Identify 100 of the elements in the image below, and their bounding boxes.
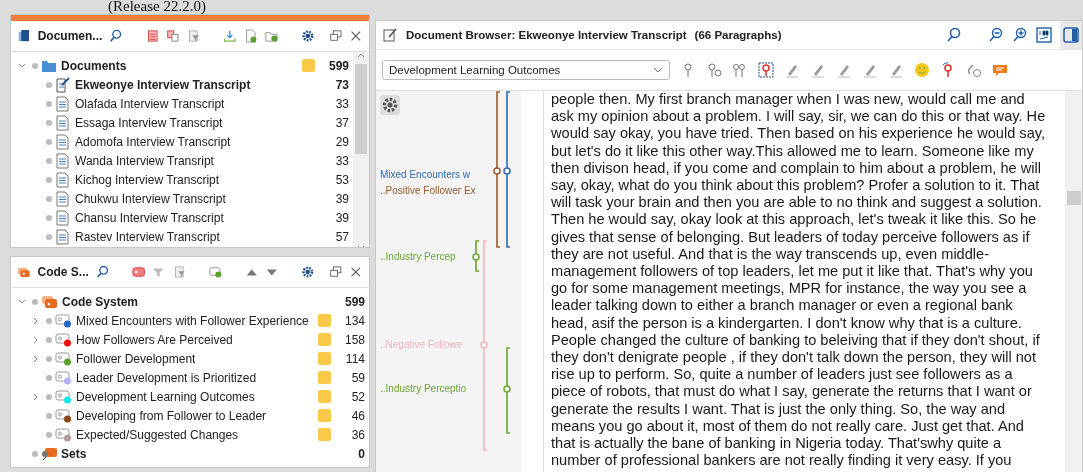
collapse-icon[interactable] <box>18 61 26 70</box>
count-text: 599 <box>327 58 350 73</box>
text-line: leader talking down to either a branch manager or even a regional bank <box>551 297 1013 315</box>
document-item[interactable]: Wanda Interview Transript <box>75 153 214 168</box>
document-item[interactable]: Essaga Interview Transcript <box>75 115 223 130</box>
code-icon <box>55 370 72 385</box>
edited-document-icon <box>55 76 71 93</box>
caption-text: (Release 22.2.0) <box>107 0 207 12</box>
text-line: ask my opinion about a problem. I will say, sir, we can do this or that way. He <box>551 108 1046 126</box>
code-icon <box>55 313 72 328</box>
search-icon[interactable] <box>95 264 110 280</box>
copy-icon[interactable] <box>166 28 180 44</box>
highlighter-icon[interactable] <box>888 62 904 78</box>
document-item[interactable]: Kichog Interview Transcript <box>75 172 220 187</box>
search-icon[interactable] <box>109 28 124 44</box>
filter-icon[interactable] <box>187 28 201 44</box>
settings-icon[interactable] <box>300 28 315 44</box>
document-icon <box>55 228 71 245</box>
pin-add-icon[interactable] <box>706 62 722 78</box>
document-item[interactable]: Chansu Interview Transcript <box>75 210 224 225</box>
tag-icon[interactable] <box>131 264 146 280</box>
count-text: 36 <box>350 427 366 442</box>
code-label[interactable]: Mixed Encounters w <box>380 169 471 180</box>
text-line: they don't denigrate people , if they don't talk down the person, they will not <box>551 349 1037 367</box>
zoom-out-icon[interactable] <box>988 27 1004 43</box>
document-item[interactable]: Rastev Interview Transcript <box>75 229 220 244</box>
code-icon <box>55 408 72 423</box>
code-bracket[interactable] <box>493 91 501 248</box>
document-item[interactable]: Adomofa Interview Transcript <box>75 134 231 149</box>
code-bracket[interactable] <box>503 91 511 248</box>
link-icon[interactable] <box>966 62 982 78</box>
count-text: 53 <box>334 172 350 187</box>
smiley-icon[interactable] <box>914 62 930 78</box>
panel-title: Documen... <box>37 29 103 43</box>
clipboard-icon[interactable] <box>145 28 160 44</box>
scrollbar[interactable] <box>353 52 369 247</box>
text-line: People changed the culture of banking to beleiving that if they don't shout, if <box>551 331 1040 350</box>
count-text: 52 <box>350 389 366 404</box>
sidebar-toggle[interactable] <box>1060 21 1082 49</box>
document-item[interactable]: Ekweonye Interview Transcript <box>75 77 251 92</box>
chevron-down-icon <box>653 67 663 73</box>
highlighter-icon[interactable] <box>784 62 800 78</box>
highlighter-icon[interactable] <box>862 62 878 78</box>
count-text: 39 <box>334 210 350 225</box>
tree-item[interactable]: Documents <box>61 58 127 73</box>
text-line: rise up to perform. So, quite a number of leaders just see followers as a <box>551 366 1013 384</box>
code-icon <box>55 427 72 442</box>
highlighter-icon[interactable] <box>836 62 852 78</box>
code-item[interactable]: Mixed Encounters with Follower Experience <box>76 313 309 328</box>
expand-icon[interactable] <box>32 354 40 363</box>
code-item[interactable]: How Followers Are Perceived <box>76 332 233 347</box>
code-dropdown[interactable]: Development Learning Outcomes <box>382 60 670 80</box>
count-text: 57 <box>334 229 350 244</box>
code-bracket[interactable] <box>472 240 480 272</box>
filter-icon[interactable] <box>172 264 187 280</box>
count-text: 39 <box>334 191 350 206</box>
collapse-icon[interactable] <box>18 297 26 306</box>
expand-icon[interactable] <box>32 392 40 401</box>
import-icon[interactable] <box>223 28 237 44</box>
code-bracket[interactable] <box>503 347 511 434</box>
zoom-in-icon[interactable] <box>1012 27 1028 43</box>
count-text: 33 <box>334 153 350 168</box>
text-line: generate the results I want. That is just the only thing. So, the way and <box>551 400 1006 418</box>
tree-item[interactable]: Sets <box>61 446 87 461</box>
scroll-up-icon[interactable] <box>357 52 365 60</box>
document-item[interactable]: Olafada Interview Transcript <box>75 96 225 111</box>
code-icon <box>55 332 72 347</box>
code-item[interactable]: Follower Development <box>76 351 196 366</box>
count-text: 599 <box>343 294 366 309</box>
code-item[interactable]: Developing from Follower to Leader <box>76 408 267 423</box>
undock-icon[interactable] <box>328 264 343 280</box>
code-label[interactable]: ..Positive Follower Ex <box>380 185 476 196</box>
undock-icon[interactable] <box>328 28 343 44</box>
new-code-icon[interactable] <box>208 264 223 280</box>
settings-icon[interactable] <box>301 264 315 280</box>
code-icon <box>55 389 72 404</box>
new-document-icon[interactable] <box>243 28 258 44</box>
expand-icon[interactable] <box>32 316 40 325</box>
code-item[interactable]: Expected/Suggested Changes <box>76 427 239 442</box>
code-icon <box>55 351 72 366</box>
code-item[interactable]: Development Learning Outcomes <box>76 389 255 404</box>
highlighter-icon[interactable] <box>810 62 826 78</box>
pin-select-icon[interactable] <box>758 62 774 78</box>
panel-title: Code S... <box>37 265 89 279</box>
paragraph-count: (66 Paragraphs) <box>694 29 782 41</box>
close-icon[interactable] <box>349 28 363 44</box>
tree-item[interactable]: Code System <box>62 294 139 309</box>
document-item[interactable]: Chukwu Interview Transcript <box>75 191 226 206</box>
scrollbar[interactable] <box>1065 91 1082 472</box>
search-icon[interactable] <box>946 27 962 43</box>
expand-icon[interactable] <box>32 335 40 344</box>
code-item[interactable]: Leader Development is Prioritized <box>76 370 257 385</box>
comment-icon[interactable] <box>992 62 1008 78</box>
text-line: but let's do it like this other way.This allowed me to learn. Someone like my <box>551 142 1034 160</box>
pins-icon[interactable] <box>732 62 748 78</box>
close-icon[interactable] <box>349 264 363 280</box>
text-line: then divison head, if you come and complain to him about a problem, he will <box>551 159 1041 177</box>
code-system-icon <box>41 293 58 310</box>
settings-icon[interactable] <box>380 95 400 115</box>
zoom-reset-icon[interactable] <box>1036 27 1052 43</box>
